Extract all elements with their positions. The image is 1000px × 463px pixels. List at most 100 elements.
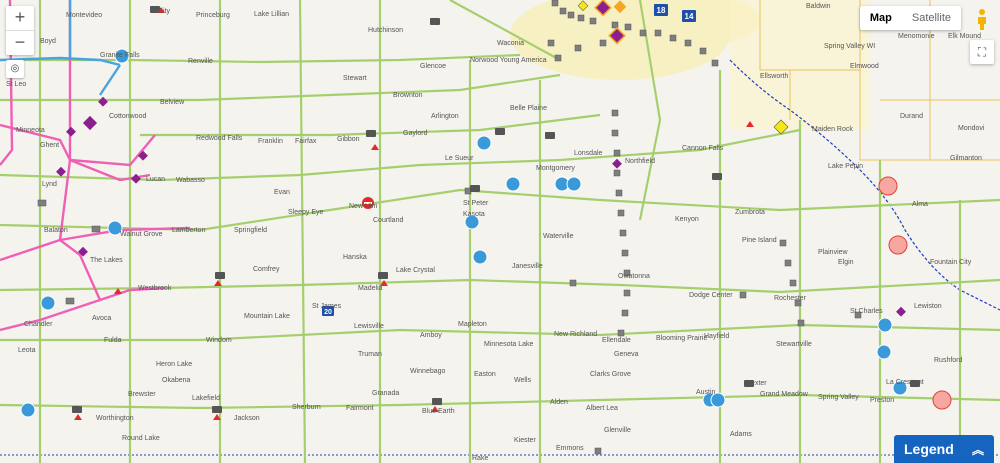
label-menomonie: Menomonie (898, 33, 935, 40)
shield-20: 20 (324, 309, 332, 316)
label-baldwin: Baldwin (806, 3, 831, 10)
label-kasota: Kasota (463, 211, 485, 218)
label-albert-lea: Albert Lea (586, 405, 618, 412)
label-fountain-city: Fountain City (930, 259, 972, 266)
label-austin: Austin (696, 389, 716, 396)
street-view-pegman-icon[interactable] (972, 8, 992, 30)
label-hanska: Hanska (343, 254, 367, 261)
label-gibbon: Gibbon (337, 136, 360, 143)
label-city: City (158, 8, 171, 15)
label-renville: Renville (188, 58, 213, 65)
label-arlington: Arlington (431, 113, 459, 120)
label-kenyon: Kenyon (675, 216, 699, 223)
label-amboy: Amboy (420, 332, 442, 339)
label-spring-valley-wi: Spring Valley WI (824, 43, 875, 50)
shield-14: 14 (685, 12, 694, 21)
shield-18: 18 (657, 6, 666, 15)
label-leota: Leota (18, 347, 36, 354)
label-fairfax: Fairfax (295, 138, 317, 145)
label-franklin: Franklin (258, 138, 283, 145)
label-blooming-prairie: Blooming Prairie (656, 335, 707, 342)
label-easton: Easton (474, 371, 496, 378)
label-plainview: Plainview (818, 249, 849, 256)
label-truman: Truman (358, 351, 382, 358)
label-montgomery: Montgomery (536, 165, 575, 172)
label-sleepy-eye: Sleepy Eye (288, 209, 324, 216)
label-avoca: Avoca (92, 315, 111, 322)
label-walnut-grove: Walnut Grove (120, 231, 163, 238)
label-comfrey: Comfrey (253, 266, 280, 273)
legend-button[interactable]: Legend ︽ (894, 435, 994, 463)
label-maiden-rock: Maiden Rock (812, 126, 853, 133)
label-northfield: Northfield (625, 158, 655, 165)
label-wabasso: Wabasso (176, 177, 205, 184)
label-la-crescent: La Crescent (886, 379, 924, 386)
label-winnebago: Winnebago (410, 368, 446, 375)
label-wells: Wells (514, 377, 531, 384)
label-rake: Rake (472, 455, 488, 462)
zoom-in-button[interactable]: + (6, 6, 34, 30)
label-chandler: Chandler (24, 321, 53, 328)
label-rochester: Rochester (774, 295, 807, 302)
label-glencoe: Glencoe (420, 63, 446, 70)
label-zumbrota: Zumbrota (735, 209, 765, 216)
label-adams: Adams (730, 431, 752, 438)
label-fulda: Fulda (104, 337, 122, 344)
label-ellendale: Ellendale (602, 337, 631, 344)
label-clarks-grove: Clarks Grove (590, 371, 631, 378)
label-belle-plaine: Belle Plaine (510, 105, 547, 112)
map-type-control: Map Satellite (859, 6, 961, 30)
label-grand-meadow: Grand Meadow (760, 391, 809, 398)
label-emmons: Emmons (556, 445, 584, 452)
label-lake-lillian: Lake Lillian (254, 11, 289, 18)
label-minneota: Minneota (16, 127, 45, 134)
label-elk-mound: Elk Mound (948, 33, 981, 40)
label-heron-lake: Heron Lake (156, 361, 192, 368)
label-granite-falls: Granite Falls (100, 52, 140, 59)
label-brownton: Brownton (393, 92, 423, 99)
label-lake-pepin: Lake Pepin (828, 163, 863, 170)
label-minnesota-lake: Minnesota Lake (484, 341, 534, 348)
label-lamberton: Lamberton (172, 227, 206, 234)
label-st-leo: St Leo (6, 81, 26, 88)
road-map[interactable]: 18 14 20 Boyd Granite Falls Renville Pri… (0, 0, 1000, 463)
label-lewisville: Lewisville (354, 323, 384, 330)
label-hayfield: Hayfield (704, 333, 729, 340)
label-pine-island: Pine Island (742, 237, 777, 244)
label-blue-earth: Blue Earth (422, 408, 455, 415)
map-type-map-button[interactable]: Map (860, 6, 902, 30)
map-type-satellite-button[interactable]: Satellite (902, 6, 961, 30)
label-montevideo: Montevideo (66, 12, 102, 19)
label-ghent: Ghent (40, 142, 59, 149)
label-lake-crystal: Lake Crystal (396, 267, 435, 274)
label-waterville: Waterville (543, 233, 574, 240)
label-round-lake: Round Lake (122, 435, 160, 442)
label-madelia: Madelia (358, 285, 383, 292)
label-alden: Alden (550, 399, 568, 406)
label-elmwood: Elmwood (850, 63, 879, 70)
fullscreen-icon[interactable]: ⛶ (970, 40, 994, 64)
zoom-controls: + − (6, 6, 34, 55)
label-durand: Durand (900, 113, 923, 120)
label-redwood-falls: Redwood Falls (196, 135, 243, 142)
zoom-out-button[interactable]: − (6, 31, 34, 55)
label-hutchinson: Hutchinson (368, 27, 403, 34)
label-fairmont: Fairmont (346, 405, 374, 412)
label-lucan: Lucan (146, 176, 165, 183)
label-lewiston: Lewiston (914, 303, 942, 310)
label-princeburg: Princeburg (196, 12, 230, 19)
label-new-richland: New Richland (554, 331, 597, 338)
label-glenville: Glenville (604, 427, 631, 434)
label-mapleton: Mapleton (458, 321, 487, 328)
label-norwood: Norwood Young America (470, 57, 547, 64)
my-location-icon[interactable]: ◎ (6, 60, 24, 78)
label-preston: Preston (870, 397, 894, 404)
label-dexter: Dexter (746, 380, 767, 387)
label-st-peter: St Peter (463, 200, 489, 207)
label-st-charles: St Charles (850, 308, 883, 315)
label-lakefield: Lakefield (192, 395, 220, 402)
label-new-ulm: New Ulm (349, 203, 378, 210)
label-balaton: Balaton (44, 227, 68, 234)
label-mondovi: Mondovi (958, 125, 985, 132)
label-lonsdale: Lonsdale (574, 150, 603, 157)
